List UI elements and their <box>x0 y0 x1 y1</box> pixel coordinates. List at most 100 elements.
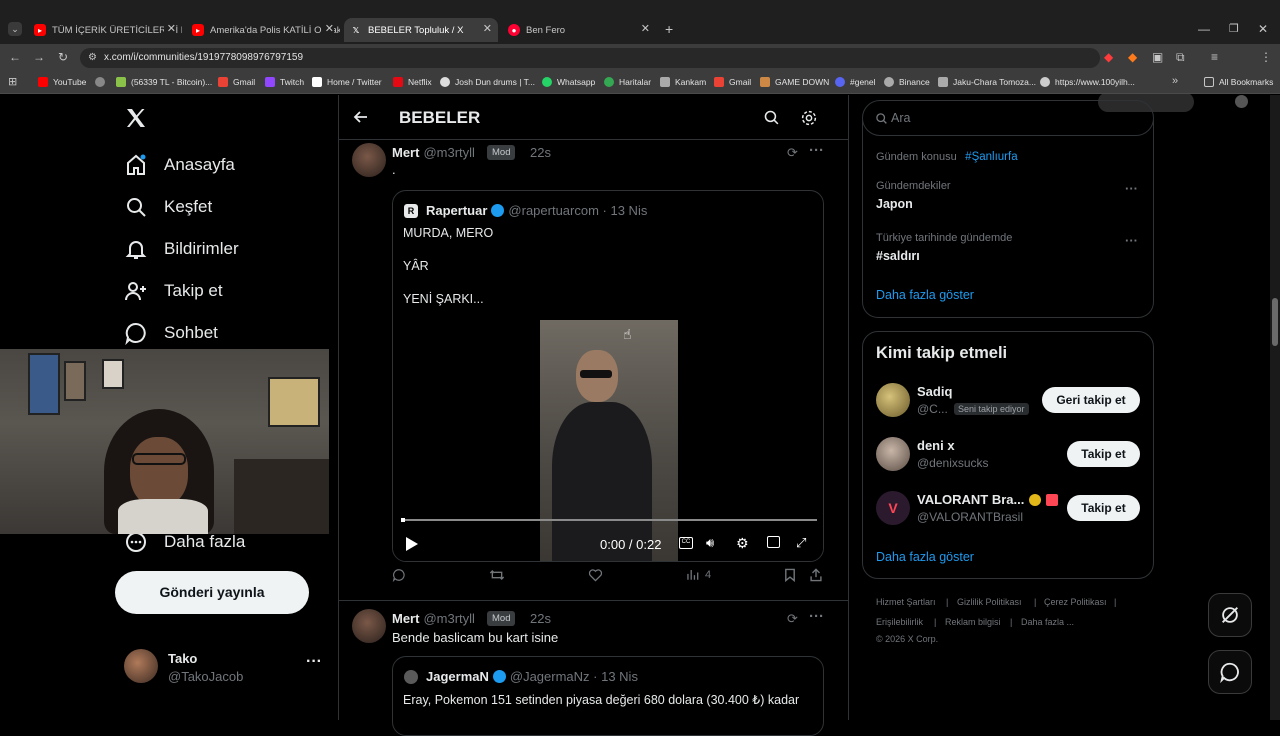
follow-suggestion[interactable]: V VALORANT Bra... @VALORANTBrasil Takip … <box>863 486 1153 530</box>
more-bookmarks-icon[interactable]: » <box>1172 75 1178 87</box>
post-button[interactable]: Gönderi yayınla <box>115 571 309 614</box>
tab-close-icon[interactable]: ✕ <box>637 22 650 35</box>
bookmark-item[interactable]: Josh Dun drums | T... <box>440 77 535 87</box>
footer-link[interactable]: Reklam bilgisi <box>945 617 1001 627</box>
extension-red-icon[interactable]: ◆ <box>1104 50 1113 64</box>
author-name[interactable]: Mert <box>392 145 419 160</box>
footer-link[interactable]: Daha fazla ... <box>1021 617 1074 627</box>
retweet-status-icon[interactable]: ⟳ <box>787 145 798 161</box>
author-handle[interactable]: @m3rtyll <box>423 145 474 160</box>
tab-2[interactable]: ▸ Amerika'da Polis KATİLİ Olmak ✕ <box>188 18 340 42</box>
bookmark-item[interactable]: Twitch <box>265 77 304 87</box>
menu-kebab-icon[interactable]: ⋮ <box>1260 50 1272 64</box>
bookmark-button[interactable] <box>784 568 796 582</box>
bookmark-item[interactable]: Kankam <box>660 77 706 87</box>
trend-item[interactable]: Gündemdekiler Japon <box>876 180 951 211</box>
more-dots-icon[interactable]: ··· <box>1125 181 1138 196</box>
bookmark-item[interactable]: Gmail <box>218 77 255 87</box>
maximize-icon[interactable]: ❐ <box>1229 22 1239 35</box>
address-bar[interactable]: ⚙ x.com/i/communities/191977809897679715… <box>80 48 1100 68</box>
tab-close-icon[interactable]: ✕ <box>321 22 334 35</box>
show-more-link[interactable]: Daha fazla göster <box>876 550 974 564</box>
captions-icon[interactable]: CC <box>679 537 693 549</box>
reload-icon[interactable]: ↻ <box>58 50 68 64</box>
bookmark-item[interactable]: https://www.100yilh... <box>1040 77 1135 87</box>
more-dots-icon[interactable]: ··· <box>306 653 322 671</box>
back-arrow-icon[interactable] <box>353 109 369 130</box>
profile-avatar-icon[interactable] <box>1235 95 1248 108</box>
nav-follow[interactable]: Takip et <box>124 279 223 303</box>
views-button[interactable]: 4 <box>686 568 711 581</box>
bookmark-item[interactable]: Binance <box>884 77 930 87</box>
bookmark-item[interactable]: GAME DOWN <box>760 77 829 87</box>
scrollbar-thumb[interactable] <box>1272 298 1278 346</box>
extension-icon[interactable]: ▣ <box>1152 50 1163 64</box>
author-handle[interactable]: @m3rtyll <box>423 611 474 626</box>
like-button[interactable] <box>588 568 603 582</box>
apps-grid-icon[interactable]: ⊞ <box>8 75 17 88</box>
nav-explore[interactable]: Keşfet <box>124 195 212 219</box>
show-more-link[interactable]: Daha fazla göster <box>876 288 974 302</box>
close-window-icon[interactable]: ✕ <box>1258 22 1268 36</box>
trend-item[interactable]: Gündem konusu #Şanlıurfa <box>876 147 1018 165</box>
tab-4[interactable]: ● Ben Fero ✕ <box>504 18 656 42</box>
account-switcher[interactable]: Tako @TakoJacob ··· <box>116 645 326 689</box>
reply-button[interactable] <box>392 568 406 582</box>
new-tab-icon[interactable]: + <box>665 21 673 37</box>
settings-gear-icon[interactable] <box>800 109 818 132</box>
tab-search-icon[interactable]: ⌄ <box>8 22 22 36</box>
forward-icon[interactable]: → <box>33 50 45 64</box>
footer-link[interactable]: Çerez Politikası <box>1044 597 1107 607</box>
bookmark-item[interactable]: Whatsapp <box>542 77 595 87</box>
tweet[interactable]: Mert @m3rtyll Mod 22s ⟳ ··· . R Rapertua… <box>339 140 848 600</box>
more-dots-icon[interactable]: ··· <box>809 608 824 625</box>
site-info-icon[interactable]: ⚙ <box>88 48 97 68</box>
tab-3-active[interactable]: 𝕏 BEBELER Topluluk / X ✕ <box>344 18 498 42</box>
tab-close-icon[interactable]: ✕ <box>479 22 492 35</box>
more-dots-icon[interactable]: ··· <box>1125 233 1138 248</box>
bookmark-item[interactable]: #genel <box>835 77 876 87</box>
nav-notifications[interactable]: Bildirimler <box>124 237 239 261</box>
search-icon[interactable] <box>763 109 780 131</box>
trend-hashtag[interactable]: #Şanlıurfa <box>965 151 1017 163</box>
footer-link[interactable]: Hizmet Şartları <box>876 597 936 607</box>
play-icon[interactable] <box>405 536 419 557</box>
x-logo-icon[interactable] <box>124 106 150 132</box>
bookmark-item[interactable]: Gmail <box>714 77 751 87</box>
bookmark-item[interactable]: (56339 TL - Bitcoin)... <box>116 77 212 87</box>
quoted-tweet[interactable]: R Rapertuar @rapertuarcom · 13 Nis MURDA… <box>392 190 824 562</box>
volume-icon[interactable]: 🔊︎ <box>706 535 714 551</box>
tweet[interactable]: Mert @m3rtyll Mod 22s ⟳ ··· Bende baslic… <box>339 601 848 736</box>
bookmark-item[interactable]: Jaku-Chara Tomoza... <box>938 77 1036 87</box>
nav-chat[interactable]: Sohbet <box>124 321 218 345</box>
video-progress-track[interactable] <box>401 519 817 521</box>
share-button[interactable] <box>809 568 823 582</box>
nav-home[interactable]: Anasayfa <box>124 153 235 177</box>
tweet-time[interactable]: 22s <box>530 611 551 626</box>
tab-close-icon[interactable]: ✕ <box>163 22 176 35</box>
fullscreen-icon[interactable]: ⤢ <box>796 535 806 551</box>
quoted-tweet[interactable]: JagermaN @JagermaNz · 13 Nis Eray, Pokem… <box>392 656 824 736</box>
messages-button[interactable] <box>1208 650 1252 694</box>
puzzle-icon[interactable]: ⧉ <box>1176 50 1185 65</box>
avatar[interactable] <box>352 143 386 177</box>
footer-link[interactable]: Gizlilik Politikası <box>957 597 1022 607</box>
follow-suggestion[interactable]: Sadiq @C... Seni takip ediyor Geri takip… <box>863 378 1153 422</box>
follow-suggestion[interactable]: deni x @denixsucks Takip et <box>863 432 1153 476</box>
footer-link[interactable]: Erişilebilirlik <box>876 617 923 627</box>
reading-list-icon[interactable]: ≡ <box>1211 50 1218 64</box>
bookmark-item[interactable] <box>95 77 110 87</box>
tweet-time[interactable]: 22s <box>530 145 551 160</box>
back-icon[interactable]: ← <box>9 50 21 64</box>
follow-button[interactable]: Takip et <box>1067 441 1140 467</box>
video-player[interactable]: 0:00 / 0:22 CC 🔊︎ ⚙ ⤢ <box>393 320 823 561</box>
grok-button[interactable] <box>1208 593 1252 637</box>
tab-1[interactable]: ▸ TÜM İÇERİK ÜRETİCİLERİNİ KAN ✕ <box>30 18 182 42</box>
settings-gear-icon[interactable]: ⚙ <box>736 535 749 552</box>
bookmark-item[interactable]: Netflix <box>393 77 432 87</box>
more-dots-icon[interactable]: ··· <box>809 142 824 159</box>
pip-icon[interactable] <box>767 536 780 548</box>
bookmark-item[interactable]: YouTube <box>38 77 86 87</box>
follow-button[interactable]: Takip et <box>1067 495 1140 521</box>
extension-orange-icon[interactable]: ◆ <box>1128 50 1137 64</box>
